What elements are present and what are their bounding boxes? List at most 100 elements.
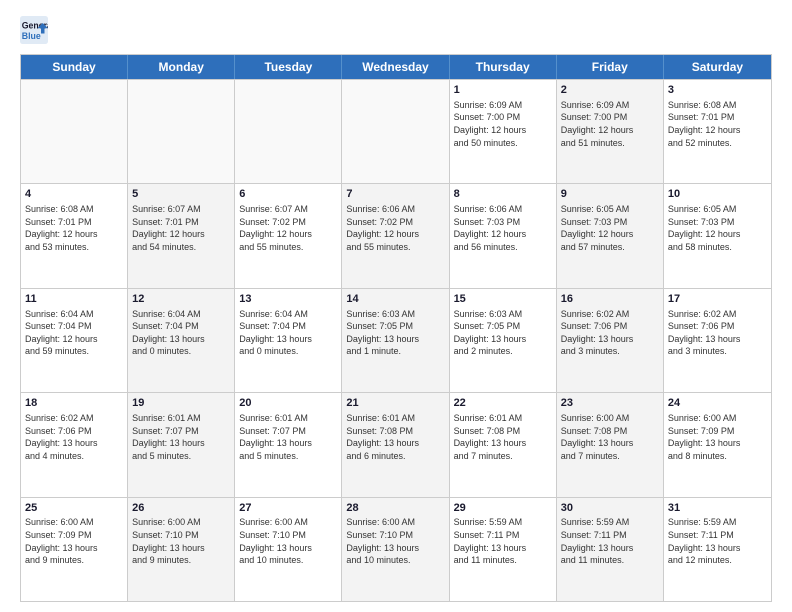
calendar-cell: 1Sunrise: 6:09 AM Sunset: 7:00 PM Daylig… [450,80,557,183]
day-info: Sunrise: 6:04 AM Sunset: 7:04 PM Dayligh… [239,308,337,358]
calendar-cell: 28Sunrise: 6:00 AM Sunset: 7:10 PM Dayli… [342,498,449,601]
calendar-cell [21,80,128,183]
calendar-cell: 19Sunrise: 6:01 AM Sunset: 7:07 PM Dayli… [128,393,235,496]
day-number: 17 [668,292,767,307]
day-number: 7 [346,187,444,202]
weekday-header: Friday [557,55,664,79]
day-number: 1 [454,83,552,98]
day-info: Sunrise: 6:03 AM Sunset: 7:05 PM Dayligh… [454,308,552,358]
day-info: Sunrise: 6:08 AM Sunset: 7:01 PM Dayligh… [25,203,123,253]
calendar-row: 11Sunrise: 6:04 AM Sunset: 7:04 PM Dayli… [21,288,771,392]
weekday-header: Tuesday [235,55,342,79]
day-info: Sunrise: 6:00 AM Sunset: 7:09 PM Dayligh… [668,412,767,462]
calendar-cell: 11Sunrise: 6:04 AM Sunset: 7:04 PM Dayli… [21,289,128,392]
calendar-cell: 7Sunrise: 6:06 AM Sunset: 7:02 PM Daylig… [342,184,449,287]
weekday-header: Wednesday [342,55,449,79]
page: General Blue SundayMondayTuesdayWednesda… [0,0,792,612]
header: General Blue [20,16,772,44]
weekday-header: Saturday [664,55,771,79]
day-info: Sunrise: 6:02 AM Sunset: 7:06 PM Dayligh… [25,412,123,462]
calendar-cell: 21Sunrise: 6:01 AM Sunset: 7:08 PM Dayli… [342,393,449,496]
calendar-cell: 30Sunrise: 5:59 AM Sunset: 7:11 PM Dayli… [557,498,664,601]
day-info: Sunrise: 6:01 AM Sunset: 7:08 PM Dayligh… [454,412,552,462]
day-info: Sunrise: 6:08 AM Sunset: 7:01 PM Dayligh… [668,99,767,149]
calendar-cell: 27Sunrise: 6:00 AM Sunset: 7:10 PM Dayli… [235,498,342,601]
calendar-cell: 10Sunrise: 6:05 AM Sunset: 7:03 PM Dayli… [664,184,771,287]
day-number: 9 [561,187,659,202]
day-number: 25 [25,501,123,516]
day-info: Sunrise: 6:09 AM Sunset: 7:00 PM Dayligh… [561,99,659,149]
calendar-cell: 6Sunrise: 6:07 AM Sunset: 7:02 PM Daylig… [235,184,342,287]
calendar-cell: 15Sunrise: 6:03 AM Sunset: 7:05 PM Dayli… [450,289,557,392]
calendar-cell: 22Sunrise: 6:01 AM Sunset: 7:08 PM Dayli… [450,393,557,496]
day-info: Sunrise: 6:04 AM Sunset: 7:04 PM Dayligh… [132,308,230,358]
day-info: Sunrise: 6:05 AM Sunset: 7:03 PM Dayligh… [561,203,659,253]
calendar-row: 25Sunrise: 6:00 AM Sunset: 7:09 PM Dayli… [21,497,771,601]
day-number: 30 [561,501,659,516]
day-info: Sunrise: 6:06 AM Sunset: 7:03 PM Dayligh… [454,203,552,253]
day-number: 10 [668,187,767,202]
day-number: 18 [25,396,123,411]
day-number: 14 [346,292,444,307]
calendar-cell: 12Sunrise: 6:04 AM Sunset: 7:04 PM Dayli… [128,289,235,392]
day-info: Sunrise: 5:59 AM Sunset: 7:11 PM Dayligh… [668,516,767,566]
calendar-body: 1Sunrise: 6:09 AM Sunset: 7:00 PM Daylig… [21,79,771,601]
day-number: 26 [132,501,230,516]
day-number: 16 [561,292,659,307]
calendar-cell [235,80,342,183]
day-info: Sunrise: 6:06 AM Sunset: 7:02 PM Dayligh… [346,203,444,253]
day-number: 23 [561,396,659,411]
day-info: Sunrise: 6:09 AM Sunset: 7:00 PM Dayligh… [454,99,552,149]
calendar-cell: 13Sunrise: 6:04 AM Sunset: 7:04 PM Dayli… [235,289,342,392]
calendar-row: 1Sunrise: 6:09 AM Sunset: 7:00 PM Daylig… [21,79,771,183]
day-number: 19 [132,396,230,411]
calendar-cell: 16Sunrise: 6:02 AM Sunset: 7:06 PM Dayli… [557,289,664,392]
day-number: 4 [25,187,123,202]
day-number: 3 [668,83,767,98]
day-info: Sunrise: 6:03 AM Sunset: 7:05 PM Dayligh… [346,308,444,358]
day-info: Sunrise: 6:00 AM Sunset: 7:10 PM Dayligh… [239,516,337,566]
calendar-cell: 18Sunrise: 6:02 AM Sunset: 7:06 PM Dayli… [21,393,128,496]
day-info: Sunrise: 6:01 AM Sunset: 7:07 PM Dayligh… [132,412,230,462]
day-info: Sunrise: 6:07 AM Sunset: 7:02 PM Dayligh… [239,203,337,253]
calendar-cell: 3Sunrise: 6:08 AM Sunset: 7:01 PM Daylig… [664,80,771,183]
weekday-header: Thursday [450,55,557,79]
day-number: 12 [132,292,230,307]
day-number: 13 [239,292,337,307]
calendar-cell: 4Sunrise: 6:08 AM Sunset: 7:01 PM Daylig… [21,184,128,287]
day-info: Sunrise: 5:59 AM Sunset: 7:11 PM Dayligh… [454,516,552,566]
calendar: SundayMondayTuesdayWednesdayThursdayFrid… [20,54,772,602]
calendar-header: SundayMondayTuesdayWednesdayThursdayFrid… [21,55,771,79]
weekday-header: Sunday [21,55,128,79]
day-number: 29 [454,501,552,516]
weekday-header: Monday [128,55,235,79]
calendar-cell: 31Sunrise: 5:59 AM Sunset: 7:11 PM Dayli… [664,498,771,601]
day-info: Sunrise: 6:07 AM Sunset: 7:01 PM Dayligh… [132,203,230,253]
day-number: 2 [561,83,659,98]
calendar-cell: 23Sunrise: 6:00 AM Sunset: 7:08 PM Dayli… [557,393,664,496]
calendar-cell [342,80,449,183]
day-info: Sunrise: 6:02 AM Sunset: 7:06 PM Dayligh… [561,308,659,358]
day-info: Sunrise: 6:01 AM Sunset: 7:08 PM Dayligh… [346,412,444,462]
day-number: 11 [25,292,123,307]
calendar-row: 18Sunrise: 6:02 AM Sunset: 7:06 PM Dayli… [21,392,771,496]
day-number: 20 [239,396,337,411]
day-info: Sunrise: 6:01 AM Sunset: 7:07 PM Dayligh… [239,412,337,462]
day-number: 6 [239,187,337,202]
day-number: 28 [346,501,444,516]
calendar-cell: 5Sunrise: 6:07 AM Sunset: 7:01 PM Daylig… [128,184,235,287]
calendar-row: 4Sunrise: 6:08 AM Sunset: 7:01 PM Daylig… [21,183,771,287]
day-info: Sunrise: 6:00 AM Sunset: 7:08 PM Dayligh… [561,412,659,462]
day-number: 21 [346,396,444,411]
calendar-cell: 20Sunrise: 6:01 AM Sunset: 7:07 PM Dayli… [235,393,342,496]
calendar-cell [128,80,235,183]
day-info: Sunrise: 6:00 AM Sunset: 7:09 PM Dayligh… [25,516,123,566]
day-info: Sunrise: 6:00 AM Sunset: 7:10 PM Dayligh… [346,516,444,566]
day-number: 27 [239,501,337,516]
logo: General Blue [20,16,56,44]
day-info: Sunrise: 5:59 AM Sunset: 7:11 PM Dayligh… [561,516,659,566]
calendar-cell: 8Sunrise: 6:06 AM Sunset: 7:03 PM Daylig… [450,184,557,287]
day-number: 15 [454,292,552,307]
day-info: Sunrise: 6:04 AM Sunset: 7:04 PM Dayligh… [25,308,123,358]
day-info: Sunrise: 6:05 AM Sunset: 7:03 PM Dayligh… [668,203,767,253]
